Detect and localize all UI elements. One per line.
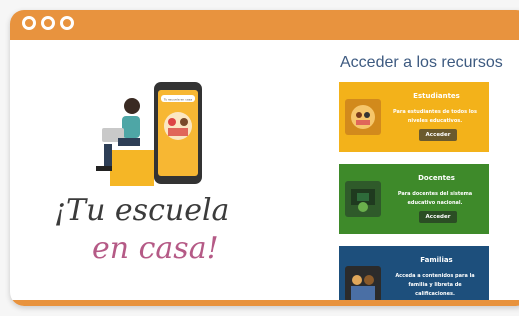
hero-illustration: Tu escuela en casa ¡Tu escuela en casa! <box>54 82 229 266</box>
hero-headline-line2: en casa! <box>92 231 219 266</box>
families-image-icon <box>345 266 381 302</box>
title-bar <box>10 10 519 40</box>
card-familias: Familias Acceda a contenidos para la fam… <box>339 246 489 306</box>
students-image-icon <box>345 99 381 135</box>
card-description: Para docentes del sistema educativo naci… <box>397 191 473 206</box>
window-controls <box>22 16 74 30</box>
browser-window: Tu escuela en casa ¡Tu escuela en casa! … <box>10 10 519 306</box>
card-title: Docentes <box>418 174 455 182</box>
card-title: Familias <box>420 256 453 264</box>
hero-headline-line1: ¡Tu escuela <box>54 193 229 228</box>
card-title: Estudiantes <box>413 92 460 100</box>
section-title: Acceder a los recursos <box>340 54 503 71</box>
phone-illustration: Tu escuela en casa <box>154 82 202 184</box>
acceder-estudiantes-button[interactable]: Acceder <box>419 129 457 141</box>
maximize-control-icon[interactable] <box>60 16 74 30</box>
yellow-cube-shape <box>110 150 154 186</box>
acceder-docentes-button[interactable]: Acceder <box>419 211 457 223</box>
card-docentes: Docentes Para docentes del sistema educa… <box>339 164 489 234</box>
card-description: Para estudiantes de todos los niveles ed… <box>393 109 477 124</box>
card-estudiantes: Estudiantes Para estudiantes de todos lo… <box>339 82 489 152</box>
minimize-control-icon[interactable] <box>41 16 55 30</box>
teachers-image-icon <box>345 181 381 217</box>
bottom-bar <box>10 300 519 306</box>
card-description: Acceda a contenidos para la familia y li… <box>395 273 475 297</box>
phone-caption: Tu escuela en casa <box>163 98 192 102</box>
close-control-icon[interactable] <box>22 16 36 30</box>
